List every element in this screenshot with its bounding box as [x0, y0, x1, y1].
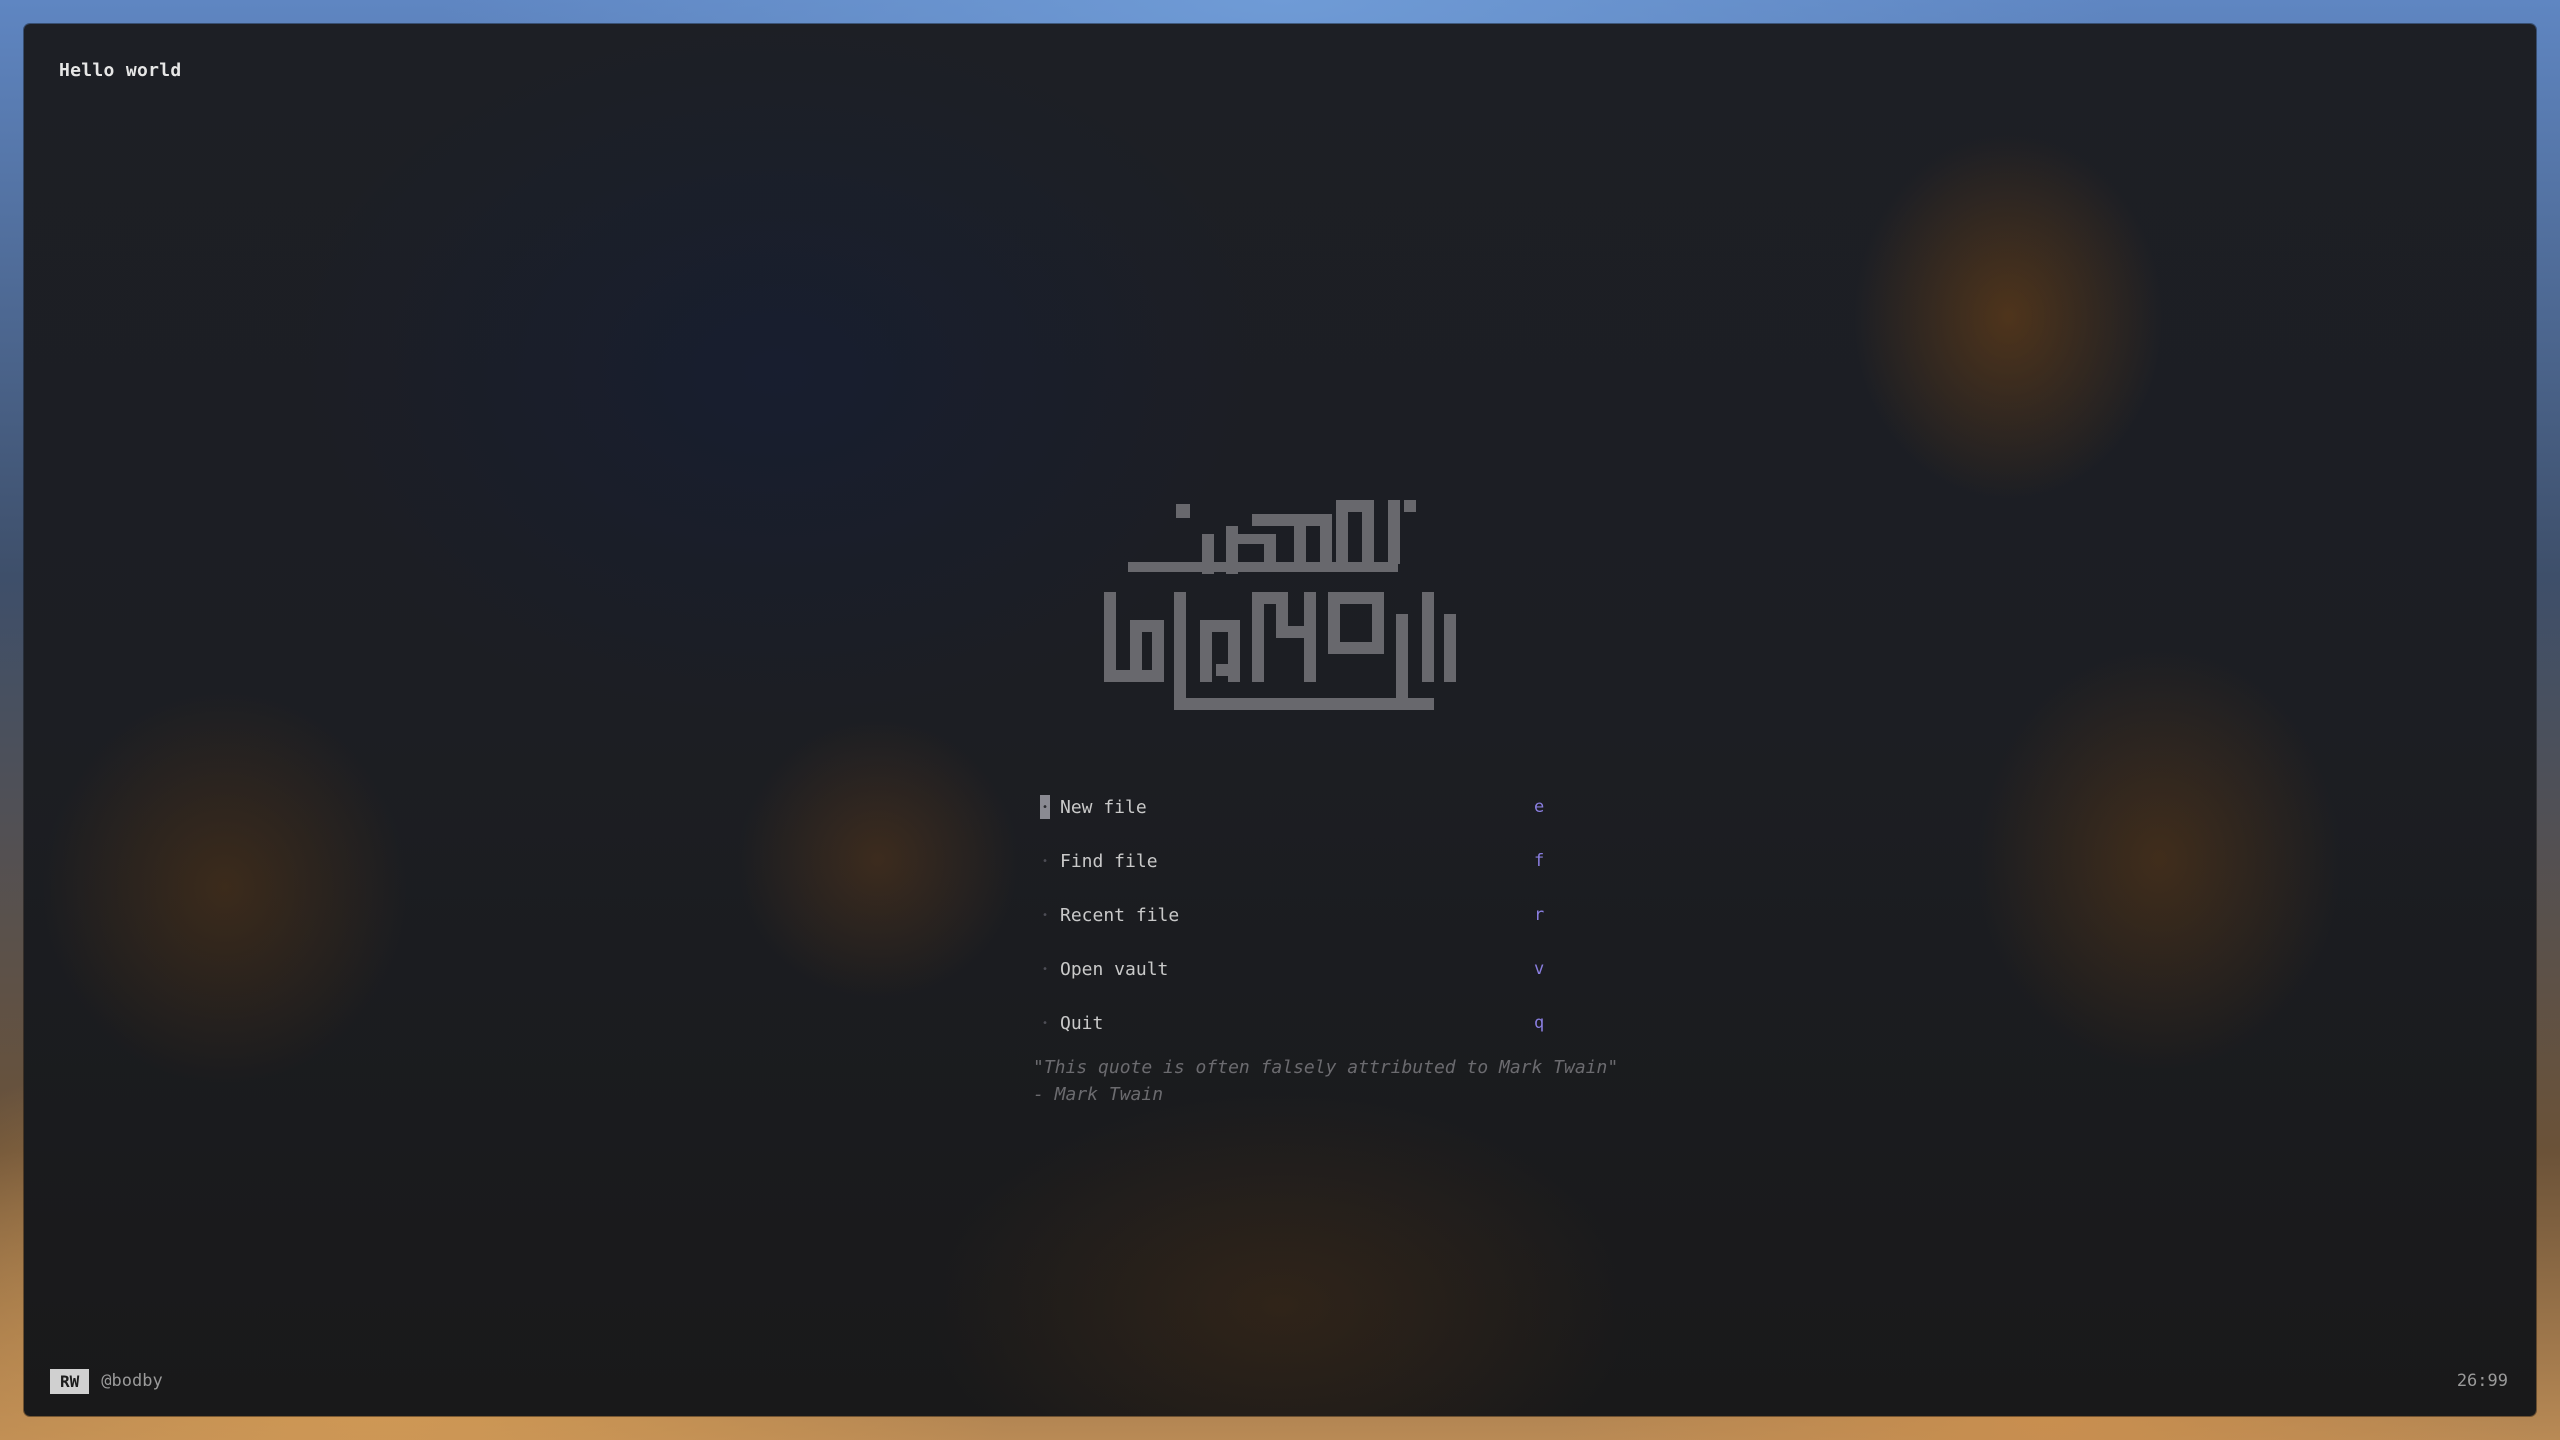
quote-text: "This quote is often falsely attributed … — [1033, 1057, 1619, 1078]
bullet-icon: • — [1041, 855, 1049, 867]
menu-item-open-vault[interactable]: • Open vault v — [1040, 942, 1560, 996]
bullet-icon: • — [1041, 1017, 1049, 1029]
bullet-icon: • — [1041, 909, 1049, 921]
menu-item-label: Find file — [1060, 850, 1158, 872]
shortcut-key: e — [1534, 797, 1545, 817]
quote-author: - Mark Twain — [1033, 1084, 1164, 1105]
bullet-icon: • — [1041, 963, 1049, 975]
menu-item-quit[interactable]: • Quit q — [1040, 996, 1560, 1050]
dashboard-window: Hello world • New file e • Find file f •… — [24, 24, 2536, 1416]
status-bar: RW @bodby 26:99 — [50, 1366, 2508, 1396]
menu-item-label: Recent file — [1060, 904, 1180, 926]
menu-item-find-file[interactable]: • Find file f — [1040, 834, 1560, 888]
menu-item-label: Quit — [1060, 1012, 1104, 1034]
page-title: Hello world — [59, 60, 182, 81]
kufic-calligraphy-logo — [1104, 500, 1456, 710]
quote-block: "This quote is often falsely attributed … — [1033, 1054, 1618, 1108]
cursor-marker-icon: • — [1040, 795, 1050, 819]
shortcut-key: q — [1534, 1013, 1545, 1033]
menu-item-new-file[interactable]: • New file e — [1040, 780, 1560, 834]
shortcut-key: f — [1534, 851, 1545, 871]
shortcut-key: v — [1534, 959, 1545, 979]
cursor-position: 26:99 — [2456, 1371, 2508, 1391]
menu-item-label: New file — [1060, 796, 1147, 818]
shortcut-key: r — [1534, 905, 1545, 925]
menu-item-recent-file[interactable]: • Recent file r — [1040, 888, 1560, 942]
username: @bodby — [101, 1371, 163, 1391]
dashboard-menu: • New file e • Find file f • Recent file… — [1040, 780, 1560, 1050]
menu-item-label: Open vault — [1060, 958, 1169, 980]
mode-badge: RW — [50, 1368, 90, 1394]
